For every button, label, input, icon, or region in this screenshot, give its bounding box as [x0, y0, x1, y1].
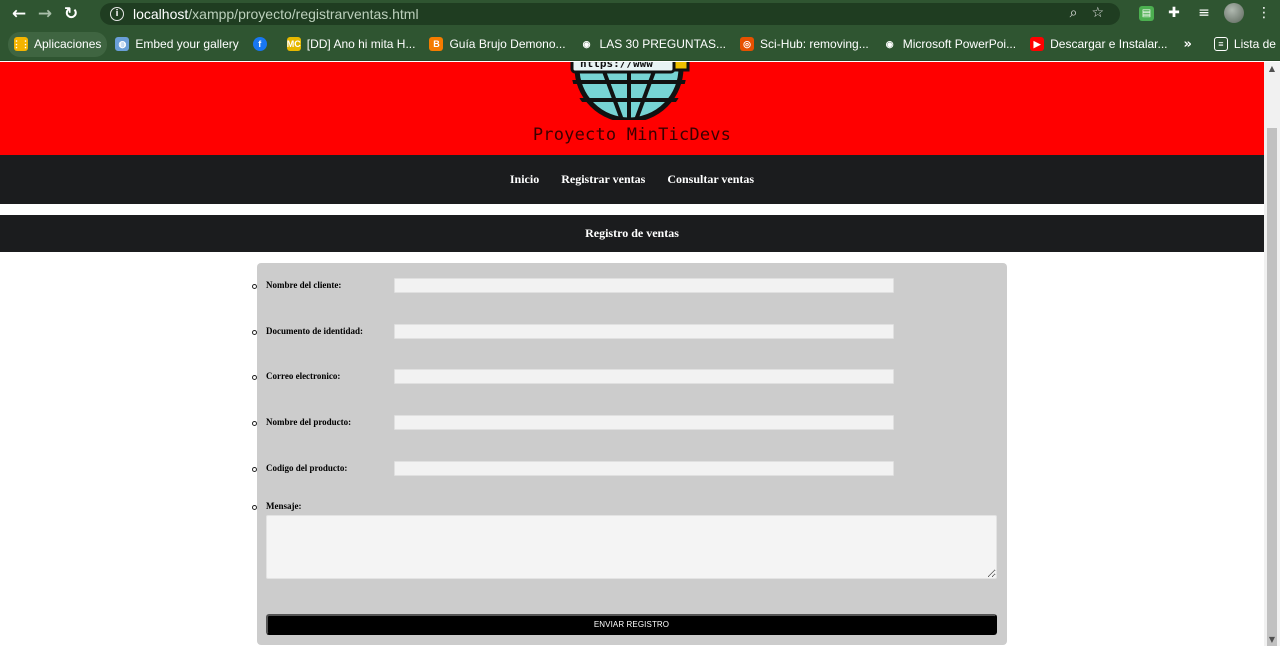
bookmark-label: [DD] Ano hi mita H... [306, 37, 416, 51]
bookmark-label: Aplicaciones [34, 37, 102, 51]
url-text[interactable]: localhost/xampp/proyecto/registrarventas… [133, 6, 419, 22]
extensions-puzzle-icon[interactable]: ✚ [1164, 3, 1184, 23]
reload-icon[interactable]: ↻ [58, 1, 84, 27]
bookmark-label: Guía Brujo Demono... [449, 37, 566, 51]
mc-icon: MC [286, 37, 301, 51]
field-label: Nombre del producto: [266, 417, 352, 427]
bookmark-label: Microsoft PowerPoi... [902, 37, 1017, 51]
zoom-icon[interactable]: ⌕ [1070, 5, 1078, 21]
list-bullet [252, 330, 257, 335]
nav-registrar-ventas[interactable]: Registrar ventas [561, 172, 645, 187]
bookmark-item[interactable]: ▶ Descargar e Instalar... [1024, 32, 1173, 57]
codigo-producto-input[interactable] [394, 461, 894, 476]
reading-list-label: Lista de lectura [1233, 37, 1280, 51]
field-codigo-producto: Codigo del producto: [252, 460, 1007, 480]
field-nombre-cliente: Nombre del cliente: [252, 277, 1007, 297]
main-nav: Inicio Registrar ventas Consultar ventas [0, 155, 1264, 204]
address-bar[interactable]: i localhost/xampp/proyecto/registrarvent… [100, 3, 1120, 25]
bookmark-item[interactable]: ◉ LAS 30 PREGUNTAS... [574, 32, 733, 57]
header-banner: https://www Proyecto MinTicDevs [0, 62, 1264, 155]
mensaje-textarea[interactable] [266, 515, 997, 579]
profile-avatar-icon[interactable] [1224, 3, 1244, 23]
site-info-icon[interactable]: i [110, 7, 124, 21]
browser-toolbar: ← → ↻ i localhost/xampp/proyecto/registr… [0, 0, 1280, 28]
globe-logo-icon: https://www [570, 62, 690, 120]
bookmark-item[interactable]: f [247, 32, 279, 57]
section-header: Registro de ventas [0, 215, 1264, 252]
enviar-registro-button[interactable]: ENVIAR REGISTRO [266, 614, 997, 635]
bookmark-item[interactable]: B Guía Brujo Demono... [423, 32, 571, 57]
section-title: Registro de ventas [585, 226, 679, 240]
bookmark-item[interactable]: ◉ Microsoft PowerPoi... [877, 32, 1022, 57]
bookmark-item[interactable]: MC [DD] Ano hi mita H... [281, 32, 422, 57]
youtube-icon: ▶ [1030, 37, 1045, 51]
gallery-icon: ◍ [115, 37, 130, 51]
forward-arrow-icon[interactable]: → [32, 1, 58, 27]
reading-list-button[interactable]: ≡ Lista de lectura [1208, 32, 1280, 57]
logo-text: https://www [580, 62, 653, 70]
field-label: Codigo del producto: [266, 463, 348, 473]
bookmark-label: Sci-Hub: removing... [760, 37, 869, 51]
bookmark-label: Descargar e Instalar... [1050, 37, 1168, 51]
more-bookmarks-icon[interactable]: » [1184, 37, 1192, 52]
media-queue-icon[interactable]: ≡ [1194, 3, 1214, 23]
facebook-icon: f [252, 37, 267, 51]
bookmark-item[interactable]: ◎ Sci-Hub: removing... [734, 32, 875, 57]
scihub-icon: ◎ [740, 37, 755, 51]
web-page: https://www Proyecto MinTicDevs Inicio R… [0, 62, 1264, 646]
field-label: Mensaje: [266, 501, 302, 511]
list-bullet [252, 467, 257, 472]
list-bullet [252, 421, 257, 426]
extension-green-icon[interactable]: ▤ [1139, 5, 1154, 21]
nav-consultar-ventas[interactable]: Consultar ventas [667, 172, 754, 187]
bookmark-label: Embed your gallery [135, 37, 239, 51]
blogger-icon: B [429, 37, 444, 51]
bookmarks-bar: ⋮⋮ Aplicaciones ◍ Embed your gallery f MC [DD]… [0, 28, 1280, 61]
bookmark-item[interactable]: ⋮⋮ Aplicaciones [8, 31, 108, 57]
nombre-producto-input[interactable] [394, 415, 894, 430]
apps-grid-icon: ⋮⋮ [12, 37, 30, 51]
scrollbar-thumb[interactable] [1267, 128, 1277, 646]
site-title: Proyecto MinTicDevs [532, 125, 732, 145]
documento-input[interactable] [394, 324, 894, 339]
bookmark-star-icon[interactable]: ☆ [1091, 5, 1104, 21]
nombre-cliente-input[interactable] [394, 278, 894, 293]
back-arrow-icon[interactable]: ← [6, 1, 32, 27]
globe-icon: ◉ [885, 38, 894, 49]
list-bullet [252, 284, 257, 289]
globe-icon: ◉ [582, 38, 591, 49]
scroll-down-icon[interactable]: ▼ [1264, 635, 1280, 644]
page-scrollbar[interactable]: ▲ ▼ [1264, 62, 1280, 646]
field-label: Documento de identidad: [266, 326, 364, 336]
bookmark-item[interactable]: ◍ Embed your gallery [109, 32, 244, 57]
sales-form: Nombre del cliente: Documento de identid… [252, 263, 1007, 645]
scroll-up-icon[interactable]: ▲ [1264, 64, 1280, 73]
menu-kebab-icon[interactable]: ⋮ [1254, 3, 1274, 23]
field-correo: Correo electronico: [252, 368, 1007, 388]
field-nombre-producto: Nombre del producto: [252, 414, 1007, 434]
bookmark-label: LAS 30 PREGUNTAS... [599, 37, 727, 51]
reading-list-icon: ≡ [1213, 37, 1228, 51]
field-label: Nombre del cliente: [266, 280, 342, 290]
nav-inicio[interactable]: Inicio [510, 172, 539, 187]
correo-input[interactable] [394, 369, 894, 384]
list-bullet [252, 375, 257, 380]
field-label: Correo electronico: [266, 371, 341, 381]
url-path: /xampp/proyecto/registrarventas.html [188, 6, 419, 22]
list-bullet [252, 505, 257, 510]
url-host: localhost [133, 6, 189, 22]
field-documento: Documento de identidad: [252, 323, 1007, 343]
